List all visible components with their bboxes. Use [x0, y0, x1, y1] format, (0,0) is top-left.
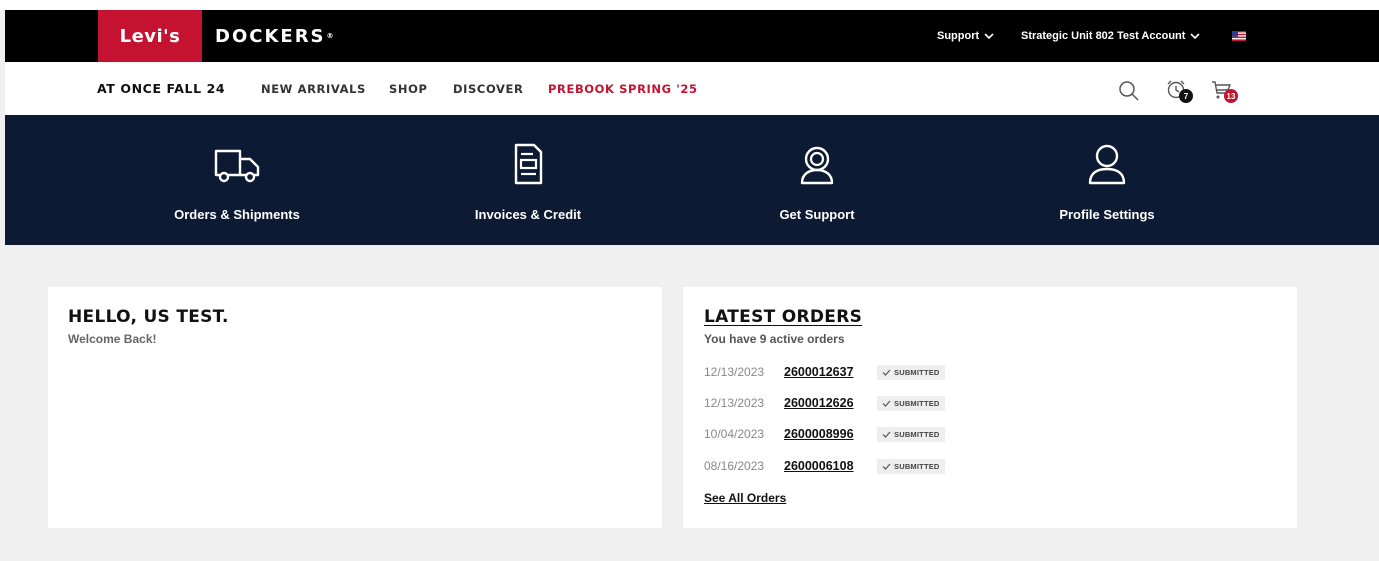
cart-count-badge: 13: [1224, 89, 1238, 103]
order-row: 12/13/2023 2600012637 SUBMITTED: [704, 362, 945, 382]
orders-shipments-label: Orders & Shipments: [174, 207, 300, 222]
status-label: SUBMITTED: [894, 461, 940, 471]
dockers-logo-text: DOCKERS: [215, 25, 326, 47]
dockers-logo[interactable]: DOCKERS ®: [215, 10, 334, 62]
levis-logo[interactable]: Levi's: [98, 10, 202, 62]
dockers-trademark: ®: [326, 32, 334, 40]
support-menu[interactable]: Support: [937, 10, 994, 62]
chevron-down-icon: [1190, 33, 1201, 40]
cart-button[interactable]: 13: [1210, 78, 1246, 106]
profile-settings-label: Profile Settings: [1059, 207, 1155, 222]
nav-at-once-fall-24[interactable]: AT ONCE FALL 24: [97, 62, 225, 115]
latest-orders-card: LATEST ORDERS You have 9 active orders 1…: [683, 287, 1297, 528]
welcome-card: HELLO, US TEST. Welcome Back!: [48, 287, 662, 528]
orders-shipments-link[interactable]: Orders & Shipments: [117, 115, 357, 245]
check-icon: [882, 369, 891, 376]
top-bar: Levi's DOCKERS ® Support Strategic Unit 8…: [5, 10, 1379, 62]
us-flag-icon[interactable]: [1232, 31, 1246, 41]
order-number-link[interactable]: 2600012637: [784, 365, 877, 379]
user-icon: [1088, 144, 1126, 185]
chevron-down-icon: [984, 33, 994, 40]
headset-icon: [800, 146, 834, 185]
nav-discover[interactable]: DISCOVER: [453, 62, 523, 115]
levis-logo-text: Levi's: [119, 25, 181, 47]
alarm-count-badge: 7: [1179, 89, 1193, 103]
account-quick-links: Orders & Shipments Invoices & Credit Get…: [5, 115, 1379, 245]
support-label: Support: [937, 30, 980, 42]
status-badge: SUBMITTED: [877, 458, 945, 474]
check-icon: [882, 400, 891, 407]
nav-shop[interactable]: SHOP: [389, 62, 428, 115]
see-all-orders-link[interactable]: See All Orders: [704, 491, 786, 505]
latest-orders-title[interactable]: LATEST ORDERS: [704, 307, 862, 327]
status-badge: SUBMITTED: [877, 364, 945, 380]
active-orders-count: You have 9 active orders: [704, 332, 845, 346]
status-label: SUBMITTED: [894, 398, 940, 408]
order-date: 08/16/2023: [704, 459, 765, 473]
account-label: Strategic Unit 802 Test Account: [1021, 30, 1186, 42]
order-date: 10/04/2023: [704, 427, 765, 441]
order-row: 10/04/2023 2600008996 SUBMITTED: [704, 424, 945, 444]
invoices-credit-label: Invoices & Credit: [474, 207, 582, 222]
alarm-button[interactable]: 7: [1165, 78, 1195, 106]
search-icon[interactable]: [1118, 80, 1140, 102]
status-badge: SUBMITTED: [877, 426, 945, 442]
invoices-credit-link[interactable]: Invoices & Credit: [408, 115, 648, 245]
profile-settings-link[interactable]: Profile Settings: [987, 115, 1227, 245]
order-number-link[interactable]: 2600008996: [784, 427, 877, 441]
status-label: SUBMITTED: [894, 367, 940, 377]
status-badge: SUBMITTED: [877, 395, 945, 411]
nav-new-arrivals[interactable]: NEW ARRIVALS: [261, 62, 366, 115]
check-icon: [882, 431, 891, 438]
order-number-link[interactable]: 2600006108: [784, 459, 877, 473]
nav-prebook-spring-25[interactable]: PREBOOK SPRING '25: [548, 62, 698, 115]
order-number-link[interactable]: 2600012626: [784, 396, 877, 410]
get-support-label: Get Support: [779, 207, 855, 222]
document-icon: [514, 143, 543, 185]
order-date: 12/13/2023: [704, 396, 765, 410]
greeting-subtitle: Welcome Back!: [68, 332, 157, 346]
top-strip: [0, 0, 1379, 10]
greeting-title: HELLO, US TEST.: [68, 307, 229, 327]
account-menu[interactable]: Strategic Unit 802 Test Account: [1021, 10, 1201, 62]
status-label: SUBMITTED: [894, 429, 940, 439]
main-nav: AT ONCE FALL 24 NEW ARRIVALS SHOP DISCOV…: [5, 62, 1379, 115]
get-support-link[interactable]: Get Support: [697, 115, 937, 245]
order-row: 08/16/2023 2600006108 SUBMITTED: [704, 456, 945, 476]
order-row: 12/13/2023 2600012626 SUBMITTED: [704, 393, 945, 413]
check-icon: [882, 463, 891, 470]
truck-icon: [214, 149, 260, 183]
order-date: 12/13/2023: [704, 365, 765, 379]
